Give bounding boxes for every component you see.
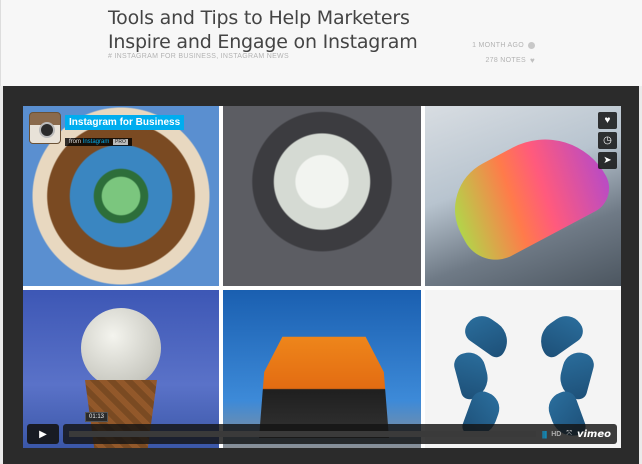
channel-info: Instagram for Business from Instagram PR… bbox=[65, 112, 185, 148]
heart-icon: ♥ bbox=[604, 115, 611, 126]
thumbnail-running-shoe bbox=[425, 106, 621, 286]
notes-label: 278 NOTES bbox=[485, 57, 526, 64]
instagram-logo-icon[interactable] bbox=[29, 112, 61, 144]
post-tags[interactable]: # INSTAGRAM FOR BUSINESS, INSTAGRAM NEWS bbox=[108, 53, 289, 60]
send-icon: ➤ bbox=[603, 155, 612, 166]
watch-later-button[interactable]: ◷ bbox=[598, 132, 617, 149]
thumbnail-jet-engine bbox=[223, 106, 421, 286]
owner-line: from Instagram PRO bbox=[65, 138, 132, 146]
progress-bar[interactable]: 01:13 |||| HD ⤧ vimeo bbox=[63, 412, 617, 444]
vimeo-logo[interactable]: vimeo bbox=[577, 429, 611, 440]
from-label: from bbox=[69, 139, 81, 145]
time-ago-label: 1 MONTH AGO bbox=[472, 42, 524, 49]
clock-icon bbox=[528, 42, 535, 49]
play-button[interactable]: ▶ bbox=[27, 424, 59, 444]
post-title[interactable]: Tools and Tips to Help Marketers Inspire… bbox=[108, 6, 468, 54]
right-controls: |||| HD ⤧ vimeo bbox=[542, 429, 611, 440]
post-header: Tools and Tips to Help Marketers Inspire… bbox=[0, 0, 642, 86]
fullscreen-icon[interactable]: ⤧ bbox=[566, 430, 572, 438]
owner-link[interactable]: Instagram bbox=[83, 139, 110, 145]
time-ago[interactable]: 1 MONTH AGO bbox=[472, 38, 535, 53]
play-icon: ▶ bbox=[39, 428, 47, 440]
post-meta: 1 MONTH AGO 278 NOTES ♥ bbox=[472, 38, 535, 68]
hd-toggle[interactable]: HD bbox=[551, 431, 561, 438]
like-button[interactable]: ♥ bbox=[598, 112, 617, 129]
heart-icon: ♥ bbox=[529, 56, 535, 65]
video-title-link[interactable]: Instagram for Business bbox=[65, 115, 185, 130]
shoe-shape bbox=[436, 115, 619, 272]
channel-badge: Instagram for Business from Instagram PR… bbox=[29, 112, 185, 146]
pro-badge: PRO bbox=[113, 139, 128, 145]
time-tooltip: 01:13 bbox=[85, 412, 109, 422]
moon-shape bbox=[81, 308, 161, 388]
progress-track[interactable] bbox=[69, 431, 536, 437]
notes-count[interactable]: 278 NOTES ♥ bbox=[472, 53, 535, 68]
player-controls: ▶ 01:13 |||| HD ⤧ vimeo bbox=[27, 412, 617, 444]
share-button[interactable]: ➤ bbox=[598, 152, 617, 169]
clock-icon: ◷ bbox=[603, 135, 612, 146]
video-embed-frame: Instagram for Business from Instagram PR… bbox=[3, 86, 639, 464]
volume-icon[interactable]: |||| bbox=[542, 430, 547, 439]
video-player[interactable]: Instagram for Business from Instagram PR… bbox=[23, 106, 621, 448]
side-actions: ♥ ◷ ➤ bbox=[598, 112, 617, 169]
train-shape bbox=[259, 336, 389, 438]
